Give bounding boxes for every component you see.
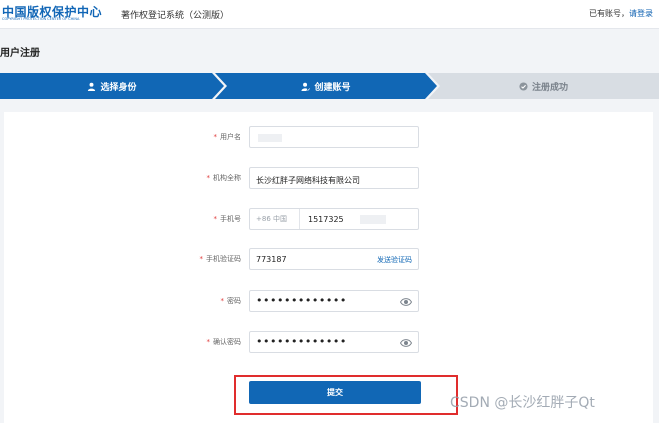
check-circle-icon <box>519 81 528 91</box>
form-row-username: * 用户名 <box>4 126 653 150</box>
step-label: 创建账号 <box>314 82 351 93</box>
login-link[interactable]: 请登录 <box>629 9 653 18</box>
phone-input[interactable]: +86 中国 1517325 <box>249 208 419 230</box>
send-code-button[interactable]: 发送验证码 <box>377 255 412 265</box>
page-title: 用户注册 <box>0 48 40 59</box>
form-row-password: * 密码 ••••••••••••• <box>4 290 653 314</box>
org-name-label: * 机构全称 <box>206 174 242 182</box>
eye-icon[interactable] <box>400 297 412 307</box>
sms-code-value: 773187 <box>256 255 287 264</box>
org-name-input[interactable] <box>249 167 419 191</box>
password-value: ••••••••••••• <box>256 294 347 307</box>
phone-value: 1517325 <box>308 215 344 224</box>
step-create-account[interactable]: 创建账号 <box>215 73 437 99</box>
has-account-text: 已有账号， <box>589 9 629 18</box>
step-select-identity[interactable]: 选择身份 <box>0 73 224 99</box>
sms-code-label: * 手机验证码 <box>199 255 242 263</box>
phone-label: * 手机号 <box>213 215 242 223</box>
logo-subtext: COPYRIGHT PROTECTION CENTER OF CHINA <box>2 17 80 21</box>
watermark: CSDN @长沙红胖子Qt <box>450 395 595 411</box>
form-row-org-name: * 机构全称 <box>4 167 653 191</box>
form-row-confirm-password: * 确认密码 ••••••••••••• <box>4 331 653 355</box>
registration-form: *用户名 *机构全称 *手机号 +86 中国 1517325 *手机验证码 77… <box>4 112 653 423</box>
site-logo[interactable]: 中国版权保护中心 COPYRIGHT PROTECTION CENTER OF … <box>2 3 114 25</box>
country-code-select[interactable]: +86 中国 <box>250 209 300 229</box>
step-label: 注册成功 <box>531 82 568 93</box>
redacted-value <box>258 134 282 142</box>
confirm-password-value: ••••••••••••• <box>256 335 347 348</box>
form-row-phone: * 手机号 +86 中国 1517325 <box>4 208 653 232</box>
submit-button[interactable]: 提交 <box>249 381 421 404</box>
password-label: * 密码 <box>220 297 242 305</box>
account-area: 已有账号，请登录 <box>589 8 653 19</box>
user-icon <box>88 82 96 91</box>
step-registration-success[interactable]: 注册成功 <box>428 73 659 99</box>
registration-stepper: 选择身份 创建账号 注册成功 <box>0 73 659 99</box>
user-edit-icon <box>301 82 311 91</box>
redacted-value <box>360 215 386 224</box>
password-input[interactable]: ••••••••••••• <box>249 290 419 312</box>
username-label: * 用户名 <box>213 133 242 141</box>
org-name-field[interactable] <box>250 170 418 191</box>
eye-icon[interactable] <box>400 338 412 348</box>
system-title: 著作权登记系统（公测版） <box>121 11 230 21</box>
confirm-password-input[interactable]: ••••••••••••• <box>249 331 419 353</box>
step-label: 选择身份 <box>100 82 137 93</box>
top-bar: 中国版权保护中心 COPYRIGHT PROTECTION CENTER OF … <box>0 0 659 29</box>
username-input[interactable] <box>249 126 419 148</box>
sms-code-input[interactable]: 773187 发送验证码 <box>249 248 419 270</box>
form-row-sms-code: * 手机验证码 773187 发送验证码 <box>4 248 653 272</box>
confirm-password-label: * 确认密码 <box>206 338 242 346</box>
